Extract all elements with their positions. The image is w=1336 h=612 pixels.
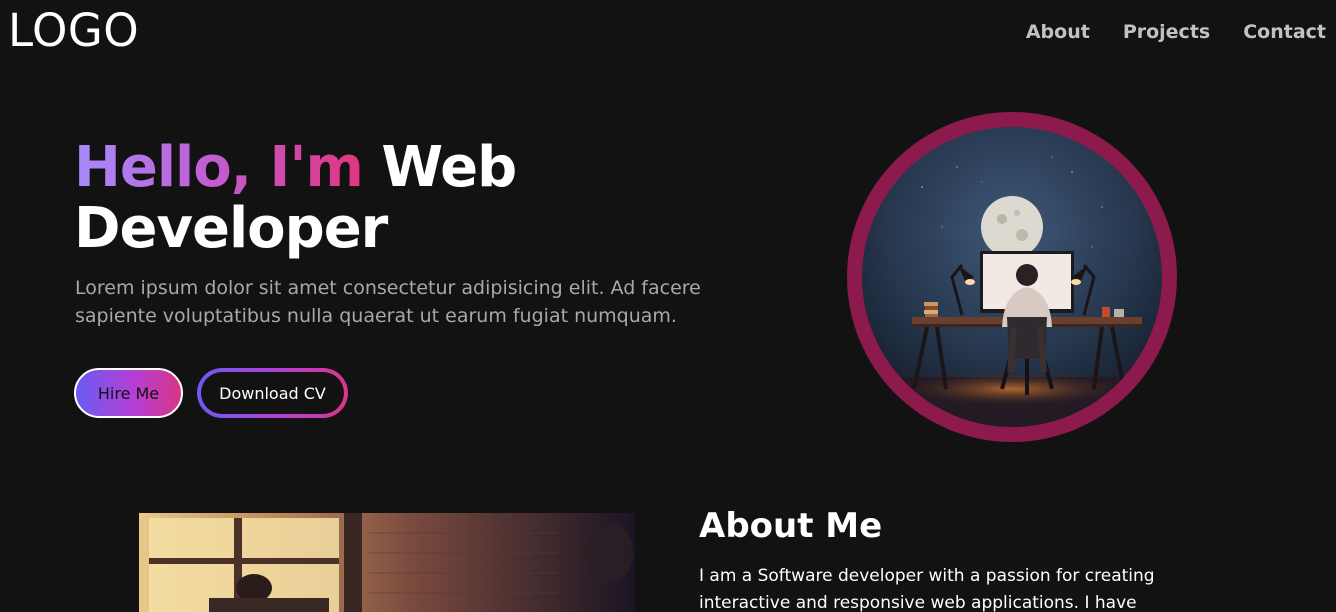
main-nav: About Projects Contact	[1026, 19, 1326, 45]
hero-description: Lorem ipsum dolor sit amet consectetur a…	[75, 277, 701, 327]
hero-title-line-2: Developer	[74, 196, 388, 261]
about-title: About Me	[699, 506, 883, 546]
hire-me-button[interactable]: Hire Me	[74, 368, 183, 418]
site-header: LOGO About Projects Contact	[0, 0, 1336, 64]
hero-greeting: Hello, I'm	[74, 135, 364, 200]
hero-title-line-1: Hello, I'm Web	[74, 135, 517, 200]
hero-title-role: Web	[381, 135, 517, 200]
workspace-photo-icon	[139, 513, 635, 612]
nav-projects-link[interactable]: Projects	[1123, 19, 1210, 45]
about-text: I am a Software developer with a passion…	[699, 566, 1155, 612]
download-cv-button[interactable]: Download CV	[197, 368, 348, 418]
about-image	[139, 513, 635, 612]
developer-desk-illustration-icon	[862, 127, 1162, 427]
page: LOGO About Projects Contact Hello, I'm W…	[0, 0, 1336, 612]
hero-image	[847, 112, 1177, 442]
hero-title: Hello, I'm Web Developer	[74, 135, 517, 261]
nav-contact-link[interactable]: Contact	[1243, 19, 1326, 45]
logo[interactable]: LOGO	[8, 5, 139, 57]
nav-about-link[interactable]: About	[1026, 19, 1090, 45]
